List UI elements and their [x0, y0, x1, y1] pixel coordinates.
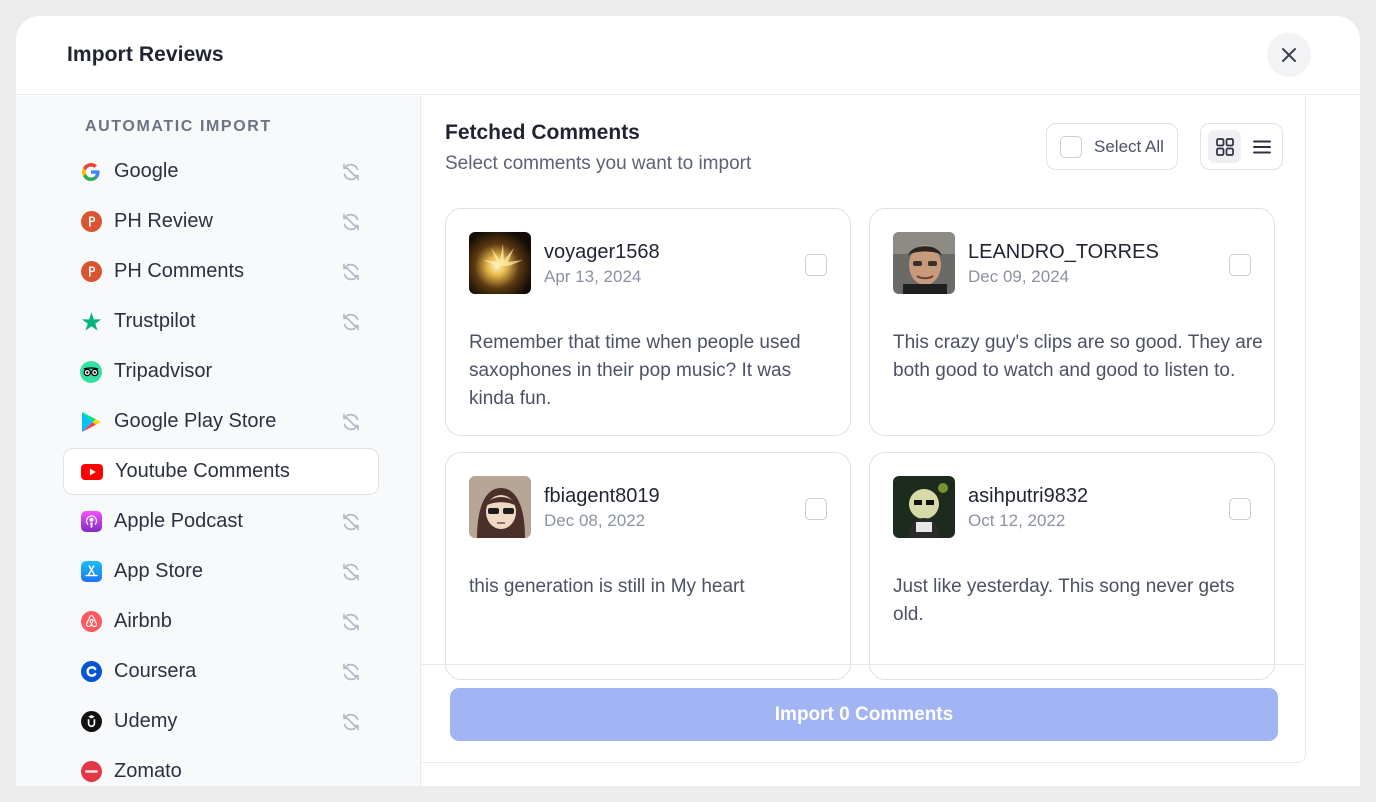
sync-icon[interactable] [340, 511, 362, 533]
source-list: Google PH Review PH Comments Trustpilot … [63, 148, 379, 786]
panel-footer: Import 0 Comments [422, 664, 1306, 763]
window-frame: Import Reviews AUTOMATIC IMPORT Google P… [0, 0, 1376, 802]
sync-icon[interactable] [340, 611, 362, 633]
google-icon [80, 161, 102, 183]
producthunt-icon [80, 211, 102, 233]
avatar [469, 476, 531, 538]
list-icon [1252, 140, 1271, 153]
comment-card[interactable]: asihputri9832 Oct 12, 2022 Just like yes… [869, 452, 1275, 680]
sync-icon[interactable] [340, 161, 362, 183]
sync-icon[interactable] [340, 211, 362, 233]
comment-username: LEANDRO_TORRES [968, 241, 1159, 263]
sidebar-item-ph-review[interactable]: PH Review [63, 198, 379, 245]
sidebar-item-udemy[interactable]: Udemy [63, 698, 379, 745]
google-play-icon [80, 411, 102, 433]
select-all-button[interactable]: Select All [1046, 123, 1178, 170]
udemy-icon [80, 711, 102, 733]
comment-date: Dec 08, 2022 [544, 511, 646, 530]
comment-checkbox[interactable] [805, 498, 827, 520]
sync-icon[interactable] [340, 711, 362, 733]
sync-icon[interactable] [340, 661, 362, 683]
sync-icon[interactable] [340, 561, 362, 583]
comment-card[interactable]: LEANDRO_TORRES Dec 09, 2024 This crazy g… [869, 208, 1275, 436]
sidebar-item-label: App Store [114, 560, 203, 582]
sidebar-item-label: Google [114, 160, 179, 182]
avatar [893, 476, 955, 538]
comment-checkbox[interactable] [1229, 498, 1251, 520]
sidebar-item-google-play-store[interactable]: Google Play Store [63, 398, 379, 445]
select-all-checkbox[interactable] [1060, 135, 1082, 158]
sidebar-item-label: Udemy [114, 710, 178, 732]
sidebar-item-youtube-comments[interactable]: Youtube Comments [63, 448, 379, 495]
comment-card[interactable]: fbiagent8019 Dec 08, 2022 this generatio… [445, 452, 851, 680]
comment-checkbox[interactable] [805, 254, 827, 276]
trustpilot-icon [80, 311, 102, 333]
section-label: AUTOMATIC IMPORT [85, 118, 272, 135]
airbnb-icon [80, 611, 102, 633]
sidebar-item-label: Trustpilot [114, 310, 196, 332]
comment-username: fbiagent8019 [544, 485, 660, 507]
avatar [469, 232, 531, 294]
comment-date: Dec 09, 2024 [968, 267, 1070, 286]
close-icon [1282, 48, 1296, 62]
list-view-button[interactable] [1245, 130, 1278, 163]
comments-grid: voyager1568 Apr 13, 2024 Remember that t… [445, 208, 1275, 680]
modal-title: Import Reviews [67, 43, 224, 66]
comment-username: asihputri9832 [968, 485, 1089, 507]
zomato-icon [80, 761, 102, 783]
panel-title: Fetched Comments [445, 121, 640, 144]
comment-date: Apr 13, 2024 [544, 267, 642, 286]
sidebar-item-app-store[interactable]: App Store [63, 548, 379, 595]
sidebar-item-apple-podcast[interactable]: Apple Podcast [63, 498, 379, 545]
import-reviews-modal: Import Reviews AUTOMATIC IMPORT Google P… [16, 16, 1360, 786]
select-all-label: Select All [1094, 136, 1164, 156]
close-button[interactable] [1267, 33, 1311, 77]
sidebar-item-label: Youtube Comments [115, 460, 290, 482]
sidebar-item-label: Coursera [114, 660, 197, 682]
panel-subtitle: Select comments you want to import [445, 153, 752, 174]
grid-view-button[interactable] [1208, 130, 1241, 163]
sidebar-item-tripadvisor[interactable]: Tripadvisor [63, 348, 379, 395]
comment-text: Just like yesterday. This song never get… [893, 576, 1235, 625]
view-toggle [1200, 123, 1283, 170]
comment-username: voyager1568 [544, 241, 660, 263]
sidebar-item-airbnb[interactable]: Airbnb [63, 598, 379, 645]
sidebar-item-trustpilot[interactable]: Trustpilot [63, 298, 379, 345]
comment-card[interactable]: voyager1568 Apr 13, 2024 Remember that t… [445, 208, 851, 436]
sidebar-item-label: Google Play Store [114, 410, 277, 432]
sidebar-item-label: PH Comments [114, 260, 245, 282]
apple-podcast-icon [80, 511, 102, 533]
youtube-icon [81, 461, 103, 483]
sidebar-item-label: Zomato [114, 760, 182, 782]
sidebar-item-label: Airbnb [114, 610, 172, 632]
avatar [893, 232, 955, 294]
comment-checkbox[interactable] [1229, 254, 1251, 276]
comment-text: this generation is still in My heart [469, 576, 745, 597]
tripadvisor-icon [80, 360, 102, 383]
source-sidebar: AUTOMATIC IMPORT Google PH Review PH Com… [16, 96, 421, 786]
sidebar-item-label: PH Review [114, 210, 213, 232]
modal-header: Import Reviews [16, 16, 1360, 95]
producthunt-icon [80, 261, 102, 283]
app-store-icon [80, 561, 102, 583]
sidebar-item-label: Tripadvisor [114, 360, 213, 382]
fetched-comments-panel: Fetched Comments Select comments you wan… [422, 96, 1306, 763]
sidebar-item-ph-comments[interactable]: PH Comments [63, 248, 379, 295]
sidebar-item-label: Apple Podcast [114, 510, 243, 532]
comment-date: Oct 12, 2022 [968, 511, 1066, 530]
sidebar-item-google[interactable]: Google [63, 148, 379, 195]
comment-text: This crazy guy's clips are so good. They… [893, 332, 1263, 381]
grid-icon [1215, 137, 1234, 156]
comment-text: Remember that time when people used saxo… [469, 332, 801, 409]
sidebar-item-zomato[interactable]: Zomato [63, 748, 379, 786]
sync-icon[interactable] [340, 411, 362, 433]
sync-icon[interactable] [340, 261, 362, 283]
sync-icon[interactable] [340, 311, 362, 333]
import-comments-button[interactable]: Import 0 Comments [450, 688, 1278, 741]
sidebar-item-coursera[interactable]: Coursera [63, 648, 379, 695]
coursera-icon [80, 661, 102, 683]
